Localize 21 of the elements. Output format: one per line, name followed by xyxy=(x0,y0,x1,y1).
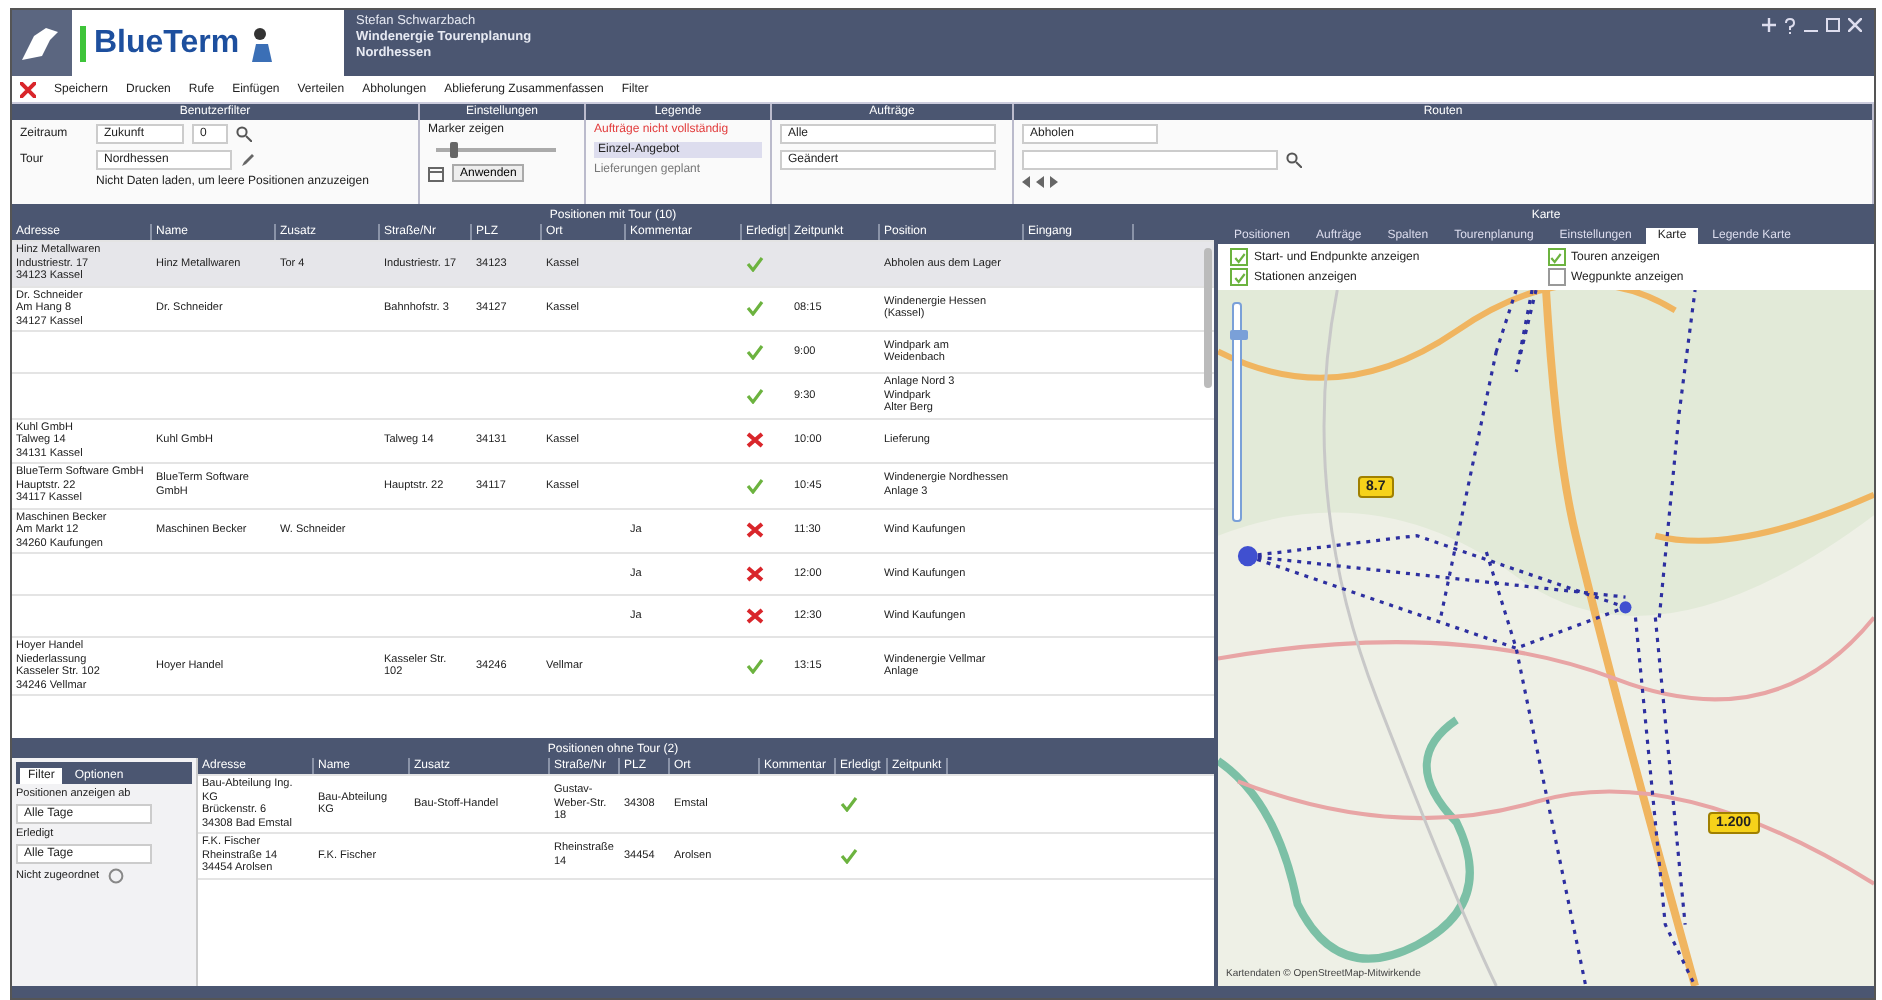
pencil-icon[interactable] xyxy=(240,152,256,168)
check-icon xyxy=(1550,251,1562,263)
search-icon[interactable] xyxy=(1286,152,1302,168)
input-field[interactable] xyxy=(1022,150,1278,170)
maximize-icon[interactable] xyxy=(1826,18,1840,32)
nav-arrows-icon[interactable] xyxy=(1022,176,1058,188)
zoom-slider-thumb[interactable] xyxy=(1230,330,1248,341)
logo-text: BlueTerm xyxy=(80,25,240,61)
close-icon[interactable] xyxy=(20,81,36,97)
checkbox[interactable] xyxy=(1547,248,1565,266)
checkbox[interactable] xyxy=(1230,268,1248,286)
person-icon xyxy=(247,25,276,61)
search-icon[interactable] xyxy=(236,126,252,142)
refresh-icon[interactable] xyxy=(107,868,124,884)
help-icon[interactable] xyxy=(1784,18,1796,34)
scrollbar[interactable] xyxy=(1204,248,1212,388)
calendar-icon[interactable] xyxy=(428,165,444,181)
checkbox[interactable] xyxy=(1230,248,1248,266)
checkbox[interactable] xyxy=(1547,268,1565,286)
slider-thumb[interactable] xyxy=(450,142,458,158)
plus-icon[interactable] xyxy=(1762,18,1776,32)
